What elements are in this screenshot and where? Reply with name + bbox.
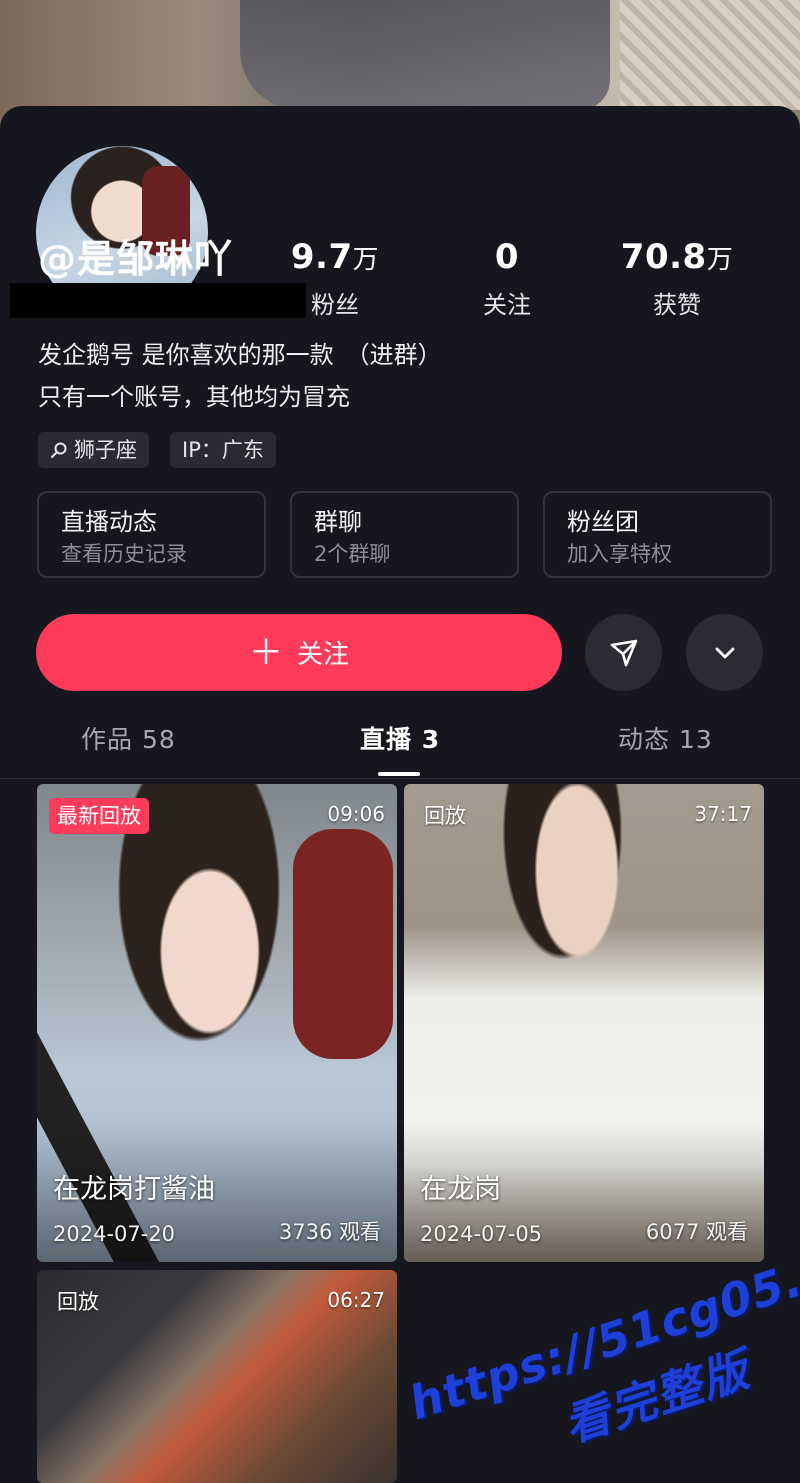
tab-moments[interactable]: 动态 13	[618, 720, 713, 756]
stat-likes[interactable]: 70.8万 获赞	[592, 234, 762, 320]
stat-label: 获赞	[653, 291, 701, 319]
card-fan-club[interactable]: 粉丝团 加入享特权	[543, 491, 772, 578]
stat-value: 9.7万	[290, 237, 380, 277]
cover-figure	[240, 0, 610, 110]
stat-value: 0	[494, 237, 520, 277]
video-views: 3736 观看	[278, 1220, 381, 1244]
stat-following[interactable]: 0 关注	[422, 234, 592, 320]
tag-label: 狮子座	[74, 438, 137, 462]
replay-badge: 回放	[424, 804, 466, 828]
tab-works[interactable]: 作品 58	[81, 720, 176, 756]
card-subtitle: 加入享特权	[567, 542, 672, 566]
video-card[interactable]: 最新回放 09:06 在龙岗打酱油 2024-07-20 3736 观看	[37, 784, 397, 1262]
card-live-history[interactable]: 直播动态 查看历史记录	[37, 491, 266, 578]
video-thumbnail-detail	[293, 829, 393, 1059]
follow-button[interactable]: ＋ 关注	[36, 614, 562, 691]
replay-badge: 最新回放	[49, 798, 149, 834]
share-button[interactable]	[585, 614, 662, 691]
card-title: 群聊	[314, 508, 362, 536]
card-subtitle: 2个群聊	[314, 542, 391, 566]
plus-icon: ＋	[248, 632, 283, 673]
video-title: 在龙岗打酱油	[53, 1174, 215, 1205]
tag-ip-location: IP：广东	[170, 432, 276, 468]
video-card[interactable]: 回放 06:27	[37, 1270, 397, 1483]
video-duration: 37:17	[694, 802, 752, 826]
video-title: 在龙岗	[420, 1174, 501, 1205]
cover-background-art	[620, 0, 800, 110]
search-icon	[51, 442, 67, 458]
card-title: 直播动态	[61, 508, 157, 536]
replay-badge: 回放	[57, 1290, 99, 1314]
card-group-chat[interactable]: 群聊 2个群聊	[290, 491, 519, 578]
bio-line: 发企鹅号 是你喜欢的那一款 （进群）	[38, 341, 442, 369]
active-tab-indicator	[378, 772, 420, 776]
more-button[interactable]	[686, 614, 763, 691]
tag-zodiac[interactable]: 狮子座	[38, 432, 149, 468]
card-subtitle: 查看历史记录	[61, 542, 187, 566]
bio-line: 只有一个账号，其他均为冒充	[38, 383, 350, 411]
tag-label: IP：广东	[182, 438, 264, 462]
redaction-bar	[10, 283, 306, 318]
card-title: 粉丝团	[567, 508, 639, 536]
chevron-down-icon	[715, 647, 734, 658]
video-date: 2024-07-20	[53, 1222, 176, 1246]
username: @是邹琳吖	[38, 237, 234, 281]
stat-label: 关注	[483, 291, 531, 319]
video-duration: 09:06	[327, 802, 385, 826]
stat-value: 70.8万	[620, 237, 734, 277]
tab-live[interactable]: 直播 3	[360, 720, 440, 756]
follow-label: 关注	[296, 640, 349, 670]
bio: 发企鹅号 是你喜欢的那一款 （进群） 只有一个账号，其他均为冒充	[38, 334, 442, 418]
send-icon	[610, 639, 637, 666]
content-tabs: 作品 58 直播 3 动态 13	[0, 710, 800, 780]
divider	[0, 778, 800, 779]
